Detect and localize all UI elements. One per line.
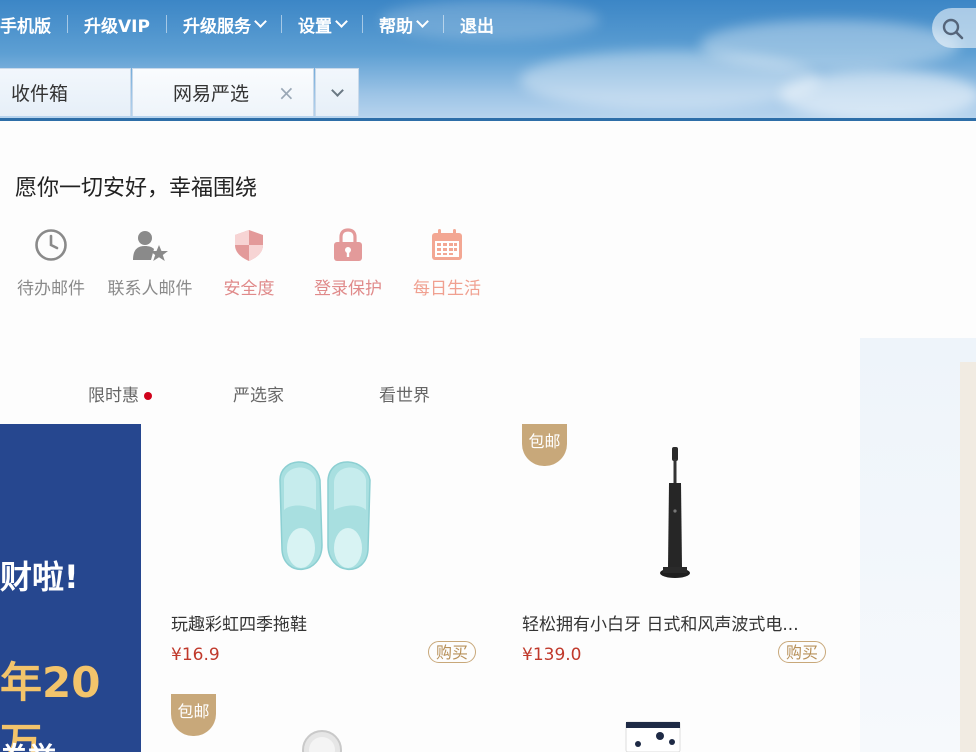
- nav-mobile[interactable]: 手机版: [0, 12, 67, 37]
- quick-link-login-protect[interactable]: 登录保护: [310, 228, 386, 299]
- side-strip: [960, 362, 976, 752]
- product-name[interactable]: 玩趣彩虹四季拖鞋: [171, 610, 307, 635]
- tab-yanxuan-home[interactable]: 严选家: [233, 381, 284, 406]
- clock-icon: [35, 229, 67, 261]
- nav-upgrade-service[interactable]: 升级服务: [167, 12, 281, 37]
- toothbrush-image[interactable]: [655, 445, 695, 585]
- chevron-down-icon: [330, 84, 344, 97]
- free-shipping-badge: 包邮: [171, 694, 216, 736]
- tab-see-world[interactable]: 看世界: [379, 381, 430, 406]
- nav-help[interactable]: 帮助: [363, 12, 443, 37]
- nav-settings[interactable]: 设置: [282, 12, 362, 37]
- quick-link-daily-life[interactable]: 每日生活: [410, 228, 484, 299]
- free-shipping-badge: 包邮: [522, 424, 567, 466]
- quick-link-todo[interactable]: 待办邮件: [15, 228, 87, 299]
- chevron-down-icon: [416, 15, 429, 28]
- mail-tabs: 收件箱 网易严选 ×: [0, 68, 359, 118]
- side-decoration: [860, 338, 976, 752]
- promo-banner[interactable]: 财啦! 年20万 券举: [0, 424, 141, 752]
- tab-more-dropdown[interactable]: [315, 68, 359, 116]
- shield-icon: [235, 230, 263, 261]
- search-input[interactable]: [932, 8, 976, 48]
- contact-star-icon: [133, 231, 168, 261]
- nav-upgrade-vip[interactable]: 升级VIP: [68, 12, 166, 37]
- product-price: ¥139.0: [522, 645, 582, 665]
- notification-dot: [144, 392, 152, 400]
- top-header: 手机版 升级VIP 升级服务 设置 帮助 退出 收件箱 网易严选 ×: [0, 0, 976, 121]
- lock-icon: [334, 228, 362, 261]
- tab-flash-deals[interactable]: 限时惠: [88, 381, 152, 406]
- quick-link-contacts[interactable]: 联系人邮件: [104, 228, 196, 299]
- product-image[interactable]: [300, 728, 344, 752]
- quick-link-security[interactable]: 安全度: [220, 228, 278, 299]
- tab-inbox[interactable]: 收件箱: [0, 68, 131, 116]
- product-name[interactable]: 轻松拥有小白牙 日式和风声波式电...: [522, 610, 799, 635]
- chevron-down-icon: [335, 15, 348, 28]
- slippers-image[interactable]: [270, 450, 380, 580]
- product-image[interactable]: [624, 718, 682, 752]
- product-price: ¥16.9: [171, 645, 220, 665]
- tab-yanxuan[interactable]: 网易严选 ×: [132, 68, 314, 116]
- buy-button[interactable]: 购买: [778, 641, 826, 663]
- buy-button[interactable]: 购买: [428, 641, 476, 663]
- nav-logout[interactable]: 退出: [444, 12, 510, 37]
- chevron-down-icon: [254, 15, 267, 28]
- search-icon: [942, 18, 964, 40]
- top-nav: 手机版 升级VIP 升级服务 设置 帮助 退出: [0, 11, 510, 37]
- close-icon[interactable]: ×: [278, 81, 295, 105]
- calendar-icon: [432, 229, 462, 260]
- greeting-text: 愿你一切安好，幸福围绕: [15, 176, 258, 201]
